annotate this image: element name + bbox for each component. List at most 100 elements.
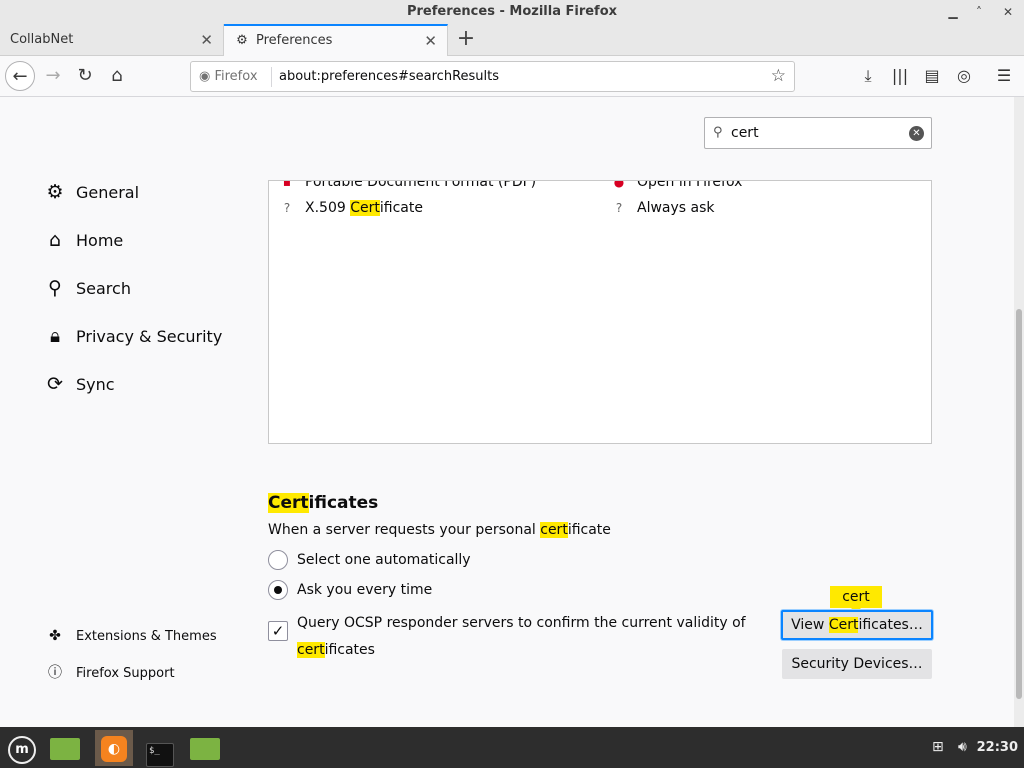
view-certificates-button[interactable]: View Certificates… (781, 610, 933, 640)
button-prefix: View (791, 617, 829, 633)
maximize-icon[interactable]: ˄ (970, 3, 988, 21)
button-suffix: ificates… (858, 617, 923, 633)
ocsp-checkbox[interactable]: ✓ (268, 621, 288, 641)
search-icon: ⚲ (48, 277, 62, 299)
close-tab-icon[interactable]: ✕ (424, 26, 437, 56)
radio-ask-every-time[interactable] (268, 580, 288, 600)
gear-icon: ⚙ (46, 181, 64, 203)
search-highlight: Cert (268, 493, 309, 513)
close-tab-icon[interactable]: ✕ (200, 24, 213, 56)
clock[interactable]: 22:30 (977, 727, 1018, 768)
identity-label: Firefox (214, 69, 258, 84)
content-type-prefix: X.509 (305, 200, 351, 216)
window-titlebar: Preferences - Mozilla Firefox ▁ ˄ ✕ (0, 0, 1024, 24)
search-input[interactable] (731, 122, 901, 144)
tab-label: Preferences (256, 33, 333, 48)
search-highlight: cert (297, 642, 325, 658)
taskbar-folder[interactable] (186, 730, 224, 766)
scrollbar[interactable] (1014, 97, 1024, 727)
terminal-icon: $_ (146, 743, 174, 767)
action-label: Open in Firefox (637, 180, 743, 190)
prompt-prefix: When a server requests your personal (268, 522, 541, 538)
taskbar-terminal[interactable]: $_ (141, 730, 179, 767)
action-label: Always ask (637, 200, 715, 216)
close-icon[interactable]: ✕ (999, 3, 1017, 21)
preferences-search[interactable]: ⚲ ✕ (704, 117, 932, 149)
taskbar-firefox[interactable]: ◐ (95, 730, 133, 766)
mint-logo-icon: m (8, 736, 36, 764)
volume-icon[interactable]: 🔊︎ (958, 727, 967, 768)
category-label: Home (76, 231, 124, 250)
clear-search-icon[interactable]: ✕ (909, 126, 924, 141)
radio-label-ask[interactable]: Ask you every time (297, 580, 432, 600)
url-bar[interactable]: ◉ Firefox about:preferences#searchResult… (190, 61, 795, 92)
heading-suffix: ificates (308, 493, 379, 513)
folder-icon (190, 738, 220, 760)
content-type-suffix: ificate (379, 200, 423, 216)
tab-collabnet[interactable]: CollabNet ✕ (0, 24, 224, 56)
url-text[interactable]: about:preferences#searchResults (279, 62, 499, 91)
home-icon: ⌂ (48, 229, 62, 251)
unknown-file-icon: ? (283, 201, 291, 215)
category-privacy[interactable]: 🔒︎ Privacy & Security (44, 320, 222, 352)
certificate-request-prompt: When a server requests your personal cer… (268, 522, 611, 538)
gear-icon: ⚙ (236, 33, 248, 48)
window-title: Preferences - Mozilla Firefox (406, 4, 618, 19)
category-label: Privacy & Security (76, 327, 223, 346)
sync-icon: ⟳ (47, 373, 63, 395)
tab-label: CollabNet (10, 32, 74, 47)
taskbar-files[interactable] (46, 730, 84, 766)
taskbar: m ◐ $_ ⊞ 🔊︎ 22:30 (0, 727, 1024, 768)
downloads-icon[interactable]: ⤓ (854, 62, 882, 90)
certificates-heading: Certificates (268, 493, 378, 513)
ocsp-label[interactable]: Query OCSP responder servers to confirm … (297, 610, 747, 664)
reload-button[interactable]: ↻ (70, 61, 100, 91)
forward-button[interactable]: → (38, 61, 68, 91)
ocsp-suffix: ificates (324, 642, 375, 658)
menu-button[interactable]: m (4, 730, 40, 766)
home-button[interactable]: ⌂ (102, 61, 132, 91)
account-icon[interactable]: ◎ (950, 62, 978, 90)
category-label: Search (76, 279, 131, 298)
firefox-icon: ◉ (199, 69, 211, 84)
table-row[interactable]: ▪ Portable Document Format (PDF) ● Open in… (269, 180, 931, 195)
table-row[interactable]: ? X.509 Certificate ? Always ask (269, 195, 931, 221)
search-highlight: Cert (828, 617, 859, 633)
lock-icon: 🔒︎ (49, 325, 61, 347)
bookmark-star-icon[interactable]: ☆ (771, 62, 786, 91)
menu-icon[interactable]: ☰ (990, 62, 1018, 90)
content-type: Portable Document Format (PDF) (305, 180, 537, 190)
radio-select-automatically[interactable] (268, 550, 288, 570)
security-devices-button[interactable]: Security Devices… (782, 649, 932, 679)
sidebar-icon[interactable]: ▤ (918, 62, 946, 90)
url-separator (271, 67, 272, 87)
search-highlight: Cert (350, 200, 380, 216)
pdf-icon: ▪ (282, 180, 292, 189)
library-icon[interactable]: ||| (886, 62, 914, 90)
search-tooltip: cert (830, 586, 882, 613)
scrollbar-thumb[interactable] (1016, 309, 1022, 699)
tab-strip: CollabNet ✕ ⚙ Preferences ✕ + (0, 24, 1024, 57)
category-search[interactable]: ⚲ Search (44, 272, 131, 304)
footer-link-label: Firefox Support (76, 666, 175, 681)
ocsp-text: Query OCSP responder servers to confirm … (297, 615, 746, 631)
firefox-icon: ◐ (101, 736, 127, 762)
radio-label-auto[interactable]: Select one automatically (297, 550, 471, 570)
category-sync[interactable]: ⟳ Sync (44, 368, 115, 400)
extensions-themes-link[interactable]: ✤ Extensions & Themes (46, 626, 216, 647)
firefox-support-link[interactable]: ⓘ Firefox Support (46, 663, 175, 684)
category-label: General (76, 183, 140, 202)
puzzle-icon: ✤ (49, 628, 61, 644)
tab-preferences[interactable]: ⚙ Preferences ✕ (224, 24, 448, 57)
category-home[interactable]: ⌂ Home (44, 224, 123, 256)
back-button[interactable]: ← (5, 61, 35, 91)
network-icon[interactable]: ⊞ (932, 727, 944, 768)
new-tab-button[interactable]: + (452, 24, 480, 56)
category-label: Sync (76, 375, 115, 394)
minimize-icon[interactable]: ▁ (944, 3, 962, 21)
applications-table[interactable]: ▪ Portable Document Format (PDF) ● Open in… (268, 180, 932, 444)
category-general[interactable]: ⚙ General (44, 176, 139, 208)
prompt-suffix: ificate (567, 522, 611, 538)
folder-icon (50, 738, 80, 760)
identity-box[interactable]: ◉ Firefox (199, 62, 258, 91)
